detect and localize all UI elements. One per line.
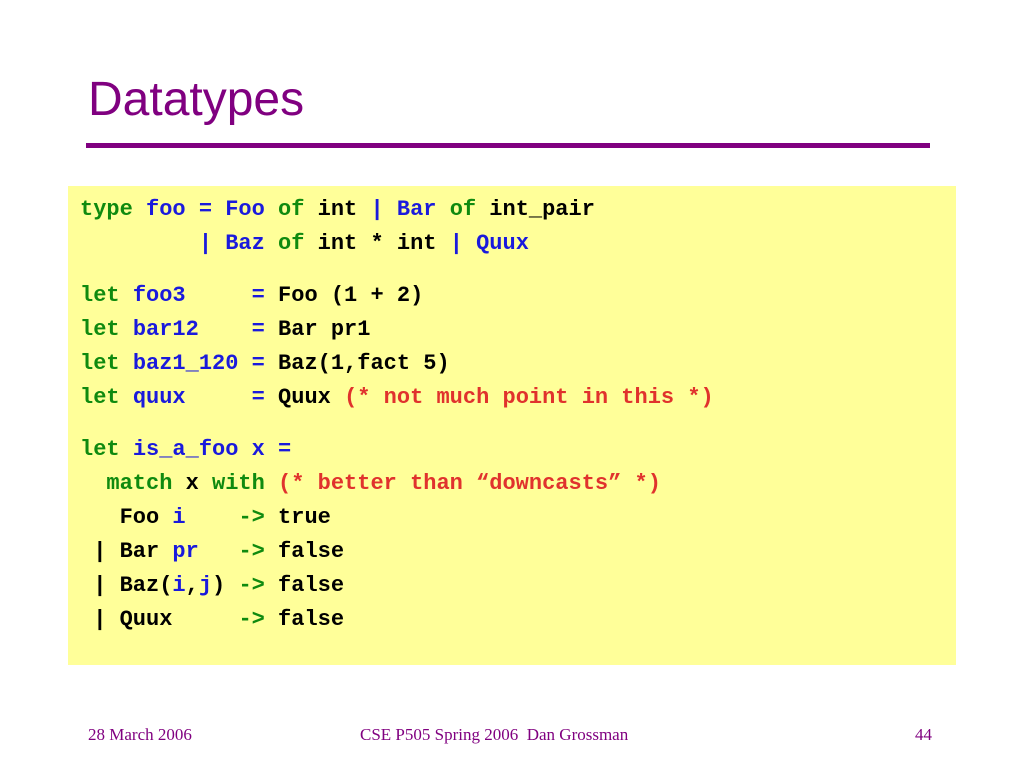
code-token: false (278, 539, 345, 564)
code-token: quux = (132, 385, 279, 410)
code-keyword: let (80, 385, 133, 410)
code-token: x (185, 471, 213, 496)
code-token: i (172, 573, 186, 598)
code-token: bar12 = (132, 317, 279, 342)
code-line: let foo3 = Foo (1 + 2) (80, 281, 714, 315)
code-token: int * int (317, 231, 450, 256)
code-keyword: let (80, 437, 133, 462)
code-line: let bar12 = Bar pr1 (80, 315, 714, 349)
code-keyword: of (278, 231, 318, 256)
code-line: let baz1_120 = Baz(1,fact 5) (80, 349, 714, 383)
code-keyword: -> (238, 539, 279, 564)
code-line: | Bar pr -> false (80, 537, 714, 571)
code-token: foo = Foo (146, 197, 279, 222)
code-token: | Baz (80, 231, 279, 256)
code-keyword: of (449, 197, 490, 222)
code-token: true (278, 505, 331, 530)
footer-course: CSE P505 Spring 2006 Dan Grossman (360, 725, 629, 744)
code-line: Foo i -> true (80, 503, 714, 537)
code-token: Baz(1,fact 5) (278, 351, 450, 376)
code-keyword: let (80, 317, 133, 342)
code-token: Foo (80, 505, 173, 530)
code-line: | Baz of int * int | Quux (80, 229, 714, 263)
code-comment: (* not much point in this *) (344, 385, 714, 410)
code-token: | Bar (370, 197, 450, 222)
code-token: | Quux (80, 607, 239, 632)
title-divider (86, 143, 930, 148)
code-keyword: match (80, 471, 186, 496)
code-comment: (* better than “downcasts” *) (278, 471, 661, 496)
code-token: i (172, 505, 239, 530)
code-token: Foo (1 + 2) (278, 283, 424, 308)
code-line: | Baz(i,j) -> false (80, 571, 714, 605)
code-token: ) (212, 573, 239, 598)
slide-title: Datatypes (88, 73, 305, 126)
code-token: , (185, 573, 199, 598)
code-token: Bar pr1 (278, 317, 371, 342)
code-block: type foo = Foo of int | Bar of int_pair … (80, 195, 714, 639)
code-line: let quux = Quux (* not much point in thi… (80, 383, 714, 417)
code-token: | Bar (80, 539, 173, 564)
code-token: foo3 = (132, 283, 279, 308)
code-token: false (278, 573, 345, 598)
code-token: Quux (278, 385, 345, 410)
code-keyword: -> (238, 607, 279, 632)
code-keyword: -> (238, 573, 279, 598)
code-keyword: type (80, 197, 147, 222)
code-keyword: -> (238, 505, 279, 530)
code-token: int_pair (489, 197, 595, 222)
code-keyword: of (278, 197, 318, 222)
code-keyword: let (80, 351, 133, 376)
code-token: false (278, 607, 345, 632)
code-line: match x with (* better than “downcasts” … (80, 469, 714, 503)
code-token: baz1_120 = (132, 351, 279, 376)
code-token: pr (172, 539, 239, 564)
code-token: | Baz( (80, 573, 173, 598)
footer-page-number: 44 (915, 725, 932, 744)
code-line: let is_a_foo x = (80, 435, 714, 469)
code-token: int (317, 197, 371, 222)
code-token: is_a_foo x = (132, 437, 292, 462)
code-line: | Quux -> false (80, 605, 714, 639)
code-line: type foo = Foo of int | Bar of int_pair (80, 195, 714, 229)
code-token: | Quux (449, 231, 529, 256)
code-keyword: with (212, 471, 279, 496)
code-token: j (198, 573, 213, 598)
code-keyword: let (80, 283, 133, 308)
footer-date: 28 March 2006 (88, 725, 192, 744)
